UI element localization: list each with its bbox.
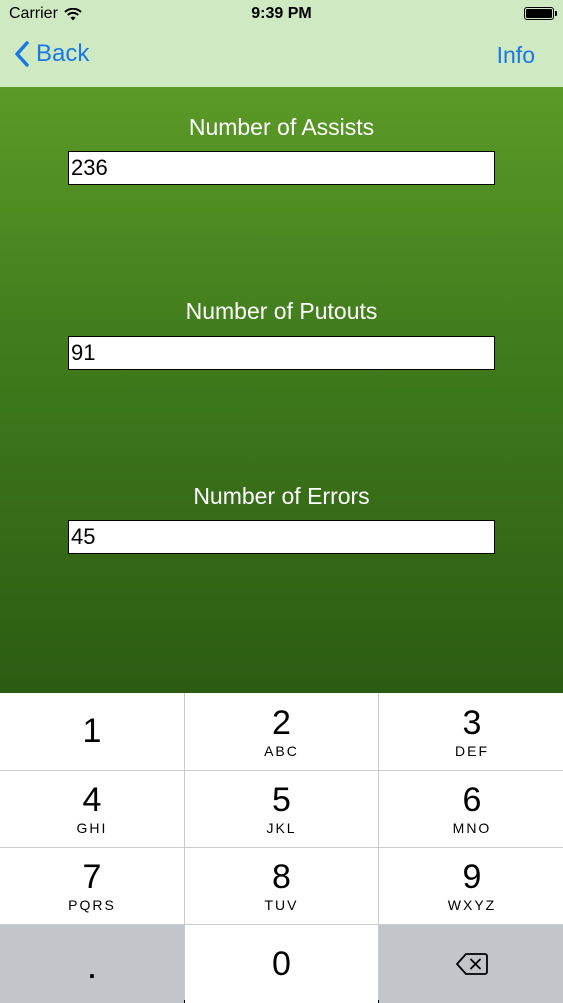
key-digit: 7 [82,858,102,896]
key-letters: ABC [264,742,299,759]
backspace-icon [456,953,488,975]
putouts-label: Number of Putouts [185,298,378,324]
key-2[interactable]: 2 ABC [185,693,378,770]
stats-form: Number of Assists Number of Putouts Numb… [0,87,563,693]
key-digit: 0 [272,945,291,983]
key-digit: 3 [462,703,482,742]
key-digit: 2 [272,703,291,742]
key-letters: JKL [266,820,297,836]
errors-input[interactable] [68,520,495,554]
key-digit: 1 [82,711,102,750]
key-decimal[interactable]: . [0,925,184,1003]
key-4[interactable]: 4 GHI [0,771,184,847]
key-9[interactable]: 9 WXYZ [379,848,563,924]
key-digit: 9 [462,858,482,896]
key-0[interactable]: 0 [185,925,378,1003]
key-5[interactable]: 5 JKL [185,771,378,847]
info-button[interactable]: Info [497,42,535,69]
back-label: Back [36,40,90,67]
top-bar: Carrier 9:39 PM Back Info [0,0,563,87]
errors-label: Number of Errors [193,483,370,509]
key-8[interactable]: 8 TUV [185,848,378,924]
back-button[interactable]: Back [14,40,89,68]
battery-icon [524,7,557,20]
key-6[interactable]: 6 MNO [379,771,563,847]
delete-button[interactable] [379,925,563,1003]
key-3[interactable]: 3 DEF [379,693,563,770]
assists-label: Number of Assists [188,114,375,140]
status-bar: Carrier 9:39 PM [0,0,563,30]
assists-input[interactable] [68,151,495,185]
key-digit: 8 [272,858,291,896]
key-digit: 4 [82,781,102,819]
key-letters: DEF [455,742,489,759]
status-time: 9:39 PM [251,5,312,22]
key-digit: 6 [462,781,482,819]
key-1[interactable]: 1 [0,693,184,770]
key-letters: GHI [76,820,108,836]
key-letters: MNO [452,820,492,836]
key-7[interactable]: 7 PQRS [0,848,184,924]
putouts-input[interactable] [68,336,495,370]
chevron-left-icon [15,41,29,67]
key-letters: PQRS [68,897,116,913]
key-letters: WXYZ [447,897,497,913]
key-letters: TUV [264,897,299,913]
decimal-label: . [88,953,96,984]
key-digit: 5 [272,781,291,819]
numeric-keypad: 1 2 ABC 3 DEF 4 GHI 5 JKL 6 MNO 7 PQRS 8… [0,693,563,1003]
navigation-bar: Back Info [0,30,563,87]
